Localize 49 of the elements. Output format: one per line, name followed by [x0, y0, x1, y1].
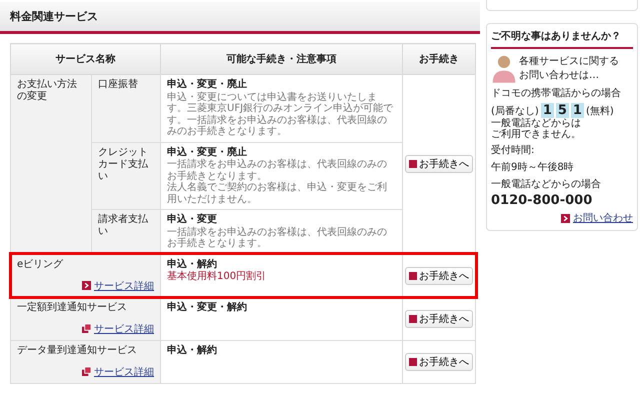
note-text: 一般電話などからは	[491, 118, 582, 129]
note-text: 一括請求をお申込みのお客様は、代表回線のみのお手続きとなります。	[167, 226, 388, 250]
service-name: eビリング	[17, 258, 64, 270]
note-text: ご利用できません。	[491, 129, 582, 140]
column-header: 可能な手続き・注意事項	[160, 44, 402, 74]
procedures: 申込・変更・解約	[167, 302, 248, 313]
avatar-icon	[491, 53, 517, 83]
arrow-icon	[561, 214, 570, 222]
procedure-button[interactable]: お手続きへ	[405, 352, 473, 370]
phone-digit: 1	[570, 103, 584, 118]
new-window-icon	[82, 324, 91, 333]
service-name: 一定額到達通知サービス	[17, 302, 128, 314]
phone-digit: 5	[556, 103, 569, 118]
prefix-text: (局番なし)	[491, 104, 539, 118]
payment-method: 口座振替	[98, 79, 138, 90]
procedures: 申込・解約	[167, 344, 218, 356]
phone-number: 0120-800-000	[491, 193, 594, 208]
hours-label: 受付時間:	[491, 144, 536, 157]
note-text: 基本使用料100円割引	[167, 271, 268, 282]
procedure-button[interactable]: お手続きへ	[405, 310, 473, 328]
procedures: 申込・変更・廃止	[167, 146, 248, 158]
service-name: お支払い方法の変更	[17, 79, 77, 102]
procedure-button[interactable]: お手続きへ	[405, 155, 473, 174]
arrow-icon	[82, 281, 91, 290]
service-detail-link[interactable]: サービス詳細	[82, 364, 154, 378]
hours-text: 午前9時～午後8時	[491, 160, 575, 174]
landline-label: 一般電話などからの場合	[491, 178, 602, 191]
service-name: データ量到達通知サービス	[17, 344, 138, 356]
intro-text: 各種サービスに関する	[519, 55, 619, 68]
intro-text: お問い合わせは…	[519, 69, 600, 82]
column-header: お手続き	[402, 44, 476, 74]
procedure-button[interactable]: お手続きへ	[405, 266, 473, 284]
help-title: ご不明な事はありませんか？	[491, 29, 633, 49]
procedures: 申込・解約	[167, 258, 218, 270]
note-text: 申込・変更については申込書をお送りいたします。三菱東京UFJ銀行のみオンライン申込が可能です。一括請求をお申込みのお客様は、代表回線のみのお手続きとなります。	[167, 92, 394, 138]
service-detail-link[interactable]: サービス詳細	[82, 322, 154, 336]
new-window-icon	[82, 367, 91, 376]
payment-method: クレジットカード支払い	[98, 146, 148, 182]
mobile-label: ドコモの携帯電話からの場合	[491, 86, 622, 100]
free-label: (無料)	[586, 104, 614, 118]
column-header: サービス名称	[10, 44, 160, 74]
payment-method: 請求者支払い	[98, 214, 148, 237]
procedures: 申込・変更・廃止	[167, 79, 248, 90]
note-text: 法人名義でご契約のお客様は、申込・変更をご利用いただけません。	[167, 182, 388, 205]
section-title: 料金関連サービス	[10, 9, 98, 24]
service-detail-link[interactable]: サービス詳細	[82, 278, 154, 292]
note-text: 一括請求をお申込みのお客様は、代表回線のみのお手続きとなります。	[167, 159, 388, 182]
phone-digit: 1	[540, 103, 554, 118]
procedures: 申込・変更	[167, 214, 218, 226]
